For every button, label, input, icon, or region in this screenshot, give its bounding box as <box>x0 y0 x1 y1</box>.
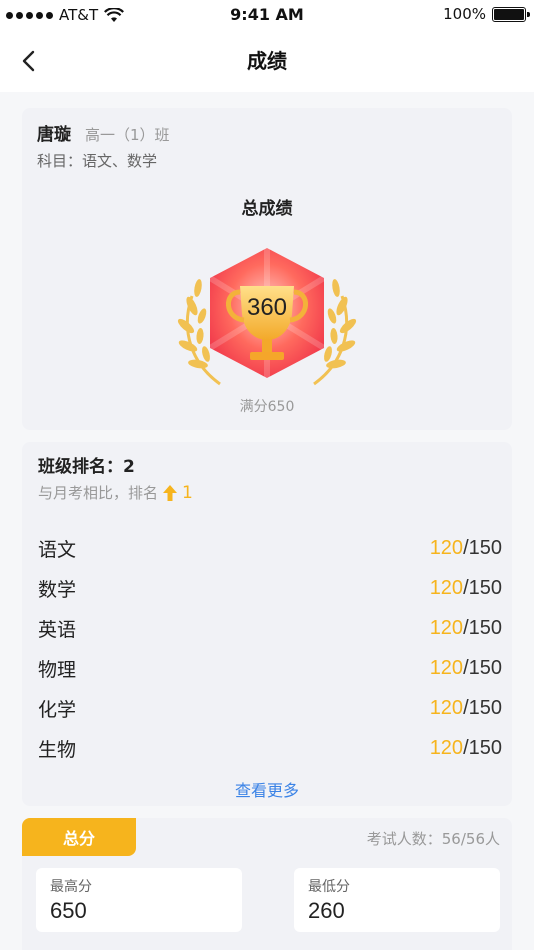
list-item: 数学 120/150 <box>38 568 502 608</box>
list-item: 化学 120/150 <box>38 688 502 728</box>
list-item: 英语 120/150 <box>38 608 502 648</box>
subject-name: 英语 <box>38 618 77 641</box>
tab-total[interactable]: 总分 <box>22 818 136 856</box>
lowest-score-box: 最低分 260 <box>294 868 500 932</box>
list-item: 生物 120/150 <box>38 728 502 768</box>
nav-bar: 成绩 <box>0 30 534 90</box>
rank-change: 1 <box>182 482 193 503</box>
arrow-up-icon <box>163 484 178 501</box>
trophy-badge: 360 <box>162 236 372 396</box>
rank-compare: 与月考相比，排名 1 <box>38 482 193 503</box>
ranking-card: 班级排名：2 与月考相比，排名 1 语文 120/150 数学 120/150 … <box>22 442 512 806</box>
lowest-score-label: 最低分 <box>308 879 350 895</box>
rank-compare-text: 与月考相比，排名 <box>38 484 159 502</box>
subject-name: 语文 <box>38 538 77 561</box>
score-summary-card: 唐璇 高一（1）班 科目：语文、数学 总成绩 360 满分650 <box>22 108 512 430</box>
page-title: 成绩 <box>247 49 287 73</box>
total-stats-card: 总分 考试人数：56/56人 最高分 650 最低分 260 <box>22 818 512 950</box>
full-score-label: 满分650 <box>239 399 295 415</box>
student-subjects: 科目：语文、数学 <box>37 152 158 170</box>
subject-score-list: 语文 120/150 数学 120/150 英语 120/150 物理 120/… <box>38 528 502 768</box>
subject-name: 数学 <box>38 578 77 601</box>
participant-count: 考试人数：56/56人 <box>366 830 500 848</box>
highest-score-box: 最高分 650 <box>36 868 242 932</box>
status-right: 100% <box>443 5 530 23</box>
list-item: 语文 120/150 <box>38 528 502 568</box>
list-item: 物理 120/150 <box>38 648 502 688</box>
subject-score: 120/150 <box>429 656 502 679</box>
battery-percent: 100% <box>443 5 486 23</box>
highest-score-value: 650 <box>50 898 87 923</box>
lowest-score-value: 260 <box>308 898 345 923</box>
student-info: 唐璇 高一（1）班 <box>37 120 170 145</box>
subject-score: 120/150 <box>429 576 502 599</box>
subject-name: 物理 <box>38 658 77 681</box>
student-class: 高一（1）班 <box>85 126 170 144</box>
total-score-title: 总成绩 <box>241 199 293 219</box>
subject-name: 化学 <box>38 698 77 721</box>
subject-score: 120/150 <box>429 736 502 759</box>
subject-name: 生物 <box>38 738 77 761</box>
subject-score: 120/150 <box>429 536 502 559</box>
student-name: 唐璇 <box>37 125 71 145</box>
view-more-link[interactable]: 查看更多 <box>22 777 512 801</box>
content-area: 唐璇 高一（1）班 科目：语文、数学 总成绩 360 满分650 班级排名：2 … <box>0 92 534 950</box>
battery-icon <box>492 6 530 22</box>
highest-score-label: 最高分 <box>50 879 92 895</box>
class-rank: 班级排名：2 <box>38 457 135 477</box>
subject-score: 120/150 <box>429 696 502 719</box>
status-bar: AT&T 9:41 AM 100% <box>0 0 534 30</box>
subject-score: 120/150 <box>429 616 502 639</box>
total-score-value: 360 <box>246 294 288 321</box>
